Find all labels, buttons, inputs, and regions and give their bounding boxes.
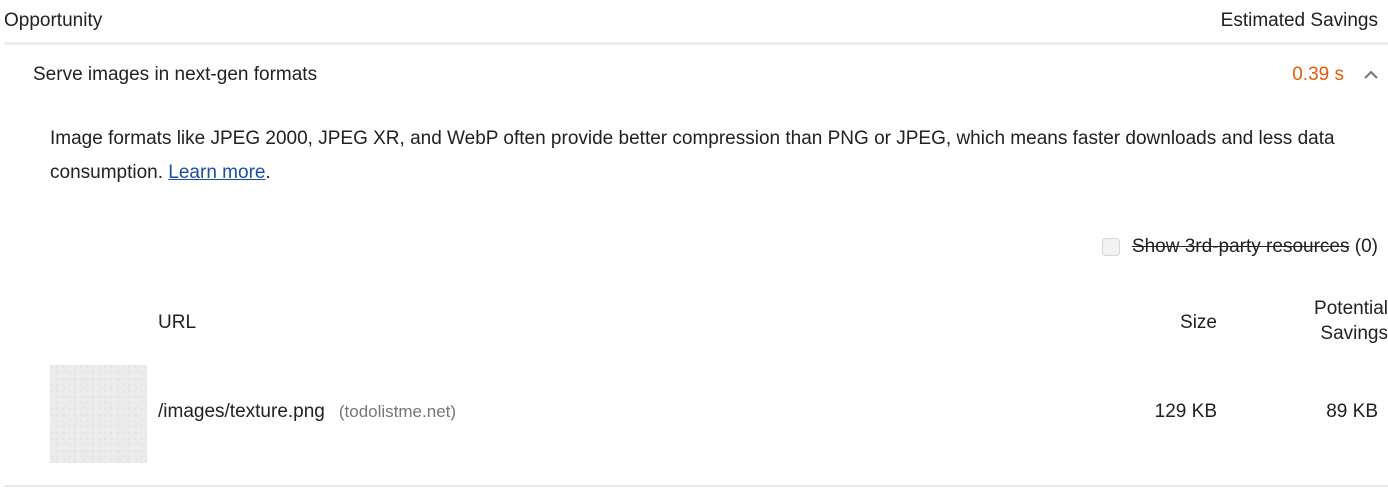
row-potential-savings: 89 KB (1326, 401, 1378, 422)
opportunity-column-label: Opportunity (4, 10, 103, 31)
lighthouse-opportunity-panel: Opportunity Estimated Savings Serve imag… (0, 0, 1388, 488)
audit-description: Image formats like JPEG 2000, JPEG XR, a… (50, 122, 1350, 190)
table-header: URL Size Potential Savings (0, 292, 1388, 354)
column-header-potential-savings: Potential Savings (1278, 296, 1388, 346)
audit-summary-toggle[interactable]: Serve images in next-gen formats 0.39 s (33, 52, 1388, 98)
table-row: /images/texture.png (todolistme.net) 129… (0, 365, 1388, 463)
column-header-url: URL (158, 312, 197, 333)
audit-savings-value: 0.39 s (1292, 64, 1344, 85)
third-party-filter-count: (0) (1354, 236, 1378, 257)
audit-title: Serve images in next-gen formats (33, 64, 318, 85)
third-party-filter-text: Show 3rd-party resources (0) (1132, 236, 1378, 258)
audit-savings-wrap: 0.39 s (1292, 62, 1388, 88)
chevron-up-icon[interactable] (1358, 62, 1384, 88)
column-header-potential-savings-line1: Potential (1314, 298, 1388, 319)
bottom-divider (4, 485, 1388, 487)
learn-more-link[interactable]: Learn more (168, 162, 265, 183)
row-url-cell: /images/texture.png (todolistme.net) (158, 401, 456, 423)
third-party-checkbox[interactable] (1101, 238, 1120, 256)
row-size: 129 KB (1154, 401, 1217, 422)
column-header-size: Size (1180, 312, 1217, 333)
column-header-potential-savings-line2: Savings (1320, 323, 1388, 344)
third-party-filter-label: Show 3rd-party resources (1131, 236, 1350, 257)
image-thumbnail (50, 365, 147, 463)
row-url-host: (todolistme.net) (338, 402, 457, 421)
estimated-savings-column-label: Estimated Savings (1220, 10, 1378, 31)
header-divider (4, 42, 1388, 45)
third-party-filter[interactable]: Show 3rd-party resources (0) (1101, 232, 1378, 262)
audit-description-end: . (265, 162, 271, 183)
opportunity-header: Opportunity Estimated Savings (0, 0, 1378, 42)
row-url[interactable]: /images/texture.png (158, 401, 325, 423)
